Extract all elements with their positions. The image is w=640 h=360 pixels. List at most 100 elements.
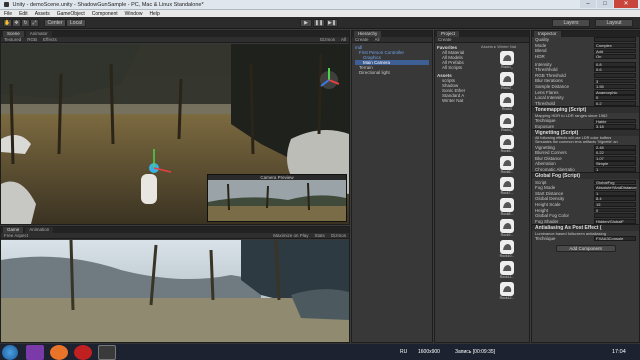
fog-value[interactable]: 0 bbox=[594, 207, 636, 213]
fog-value[interactable] bbox=[594, 213, 636, 219]
vignetting-header[interactable]: Vignetting (Script) bbox=[532, 129, 639, 137]
tab-inspector[interactable]: Inspector bbox=[534, 31, 561, 37]
pivot-toggle[interactable]: Center bbox=[44, 19, 66, 27]
layout-dropdown[interactable]: Layout bbox=[595, 19, 633, 27]
scene-search[interactable]: All bbox=[341, 37, 346, 42]
visual-studio-icon[interactable] bbox=[26, 345, 44, 360]
language-indicator[interactable]: RU bbox=[400, 349, 407, 355]
hierarchy-panel: Hierarchy Create All mdl First Person Co… bbox=[351, 30, 433, 343]
vignetting-value[interactable]: Simple bbox=[594, 161, 636, 167]
vignetting-value[interactable]: 0.22 bbox=[594, 150, 636, 156]
unity-taskbar-icon[interactable] bbox=[98, 345, 116, 360]
menu-window[interactable]: Window bbox=[125, 11, 143, 17]
project-breadcrumb[interactable]: Assets ▸ Winter Nat bbox=[481, 44, 529, 49]
aa-header[interactable]: Antialiasing As Post Effect ( bbox=[532, 224, 639, 232]
minimize-button[interactable]: – bbox=[580, 0, 596, 8]
maximize-on-play-toggle[interactable]: Maximize on Play bbox=[273, 233, 308, 238]
fog-value[interactable]: AbsoluteYAndDistance bbox=[594, 185, 637, 191]
bloom-value[interactable]: 0.8 bbox=[594, 61, 636, 67]
hierarchy-create-button[interactable]: Create bbox=[355, 37, 369, 42]
menu-help[interactable]: Help bbox=[149, 11, 159, 17]
tonemapping-exposure-value[interactable]: 3.18 bbox=[594, 124, 636, 129]
aspect-dropdown[interactable]: Free Aspect bbox=[4, 233, 28, 238]
menu-assets[interactable]: Assets bbox=[35, 11, 50, 17]
fog-value[interactable]: 15 bbox=[594, 202, 636, 207]
hierarchy-search[interactable]: All bbox=[375, 37, 380, 42]
asset-thumbnail[interactable]: Rock9... bbox=[500, 219, 514, 237]
tonemapping-technique-value[interactable]: Hable bbox=[594, 118, 636, 124]
tonemapping-header[interactable]: Tonemapping (Script) bbox=[532, 106, 639, 114]
asset-thumbnail[interactable]: Rock10... bbox=[500, 240, 514, 258]
scale-tool-button[interactable]: ⤢ bbox=[30, 19, 39, 27]
bloom-value[interactable]: 3 bbox=[594, 78, 636, 84]
rock-model-icon bbox=[500, 93, 514, 107]
fog-value[interactable]: 1 bbox=[594, 190, 636, 196]
pause-button[interactable]: ❚❚ bbox=[313, 19, 325, 27]
asset-thumbnail[interactable]: Rock7... bbox=[500, 177, 514, 195]
layers-dropdown[interactable]: Layers bbox=[552, 19, 590, 27]
quality-value[interactable] bbox=[594, 37, 636, 43]
play-button[interactable]: ▶ bbox=[300, 19, 312, 27]
close-button[interactable]: ✕ bbox=[614, 0, 638, 8]
render-mode-dropdown[interactable]: RGB bbox=[27, 37, 37, 42]
hierarchy-item-light[interactable]: Directional light bbox=[355, 70, 429, 75]
vignetting-value[interactable]: 1 bbox=[594, 167, 636, 172]
menu-edit[interactable]: Edit bbox=[19, 11, 28, 17]
game-gizmos-toggle[interactable]: Gizmos bbox=[331, 233, 346, 238]
fav-item[interactable]: All Scripts bbox=[437, 65, 481, 70]
bloom-value[interactable]: 1.55 bbox=[594, 84, 636, 89]
bloom-value[interactable] bbox=[594, 72, 636, 78]
space-toggle[interactable]: Local bbox=[66, 19, 86, 27]
aa-technique-label: Technique bbox=[535, 236, 556, 242]
bloom-value[interactable]: 0.6 bbox=[594, 67, 636, 73]
aa-technique-value[interactable]: FXAA3Console bbox=[594, 236, 636, 242]
rotate-tool-button[interactable]: ↻ bbox=[21, 19, 30, 27]
quality-value[interactable]: Complex bbox=[594, 42, 636, 48]
project-create-button[interactable]: Create bbox=[438, 37, 452, 42]
game-viewport[interactable] bbox=[1, 240, 349, 342]
quality-value[interactable]: On bbox=[594, 54, 636, 59]
vignetting-value[interactable]: 1.07 bbox=[594, 155, 636, 161]
asset-thumbnail[interactable]: Rock12... bbox=[500, 282, 514, 300]
record-app-icon[interactable] bbox=[74, 345, 92, 360]
bloom-value[interactable]: Anamorphic bbox=[594, 89, 636, 95]
asset-thumbnail[interactable]: Rock5... bbox=[500, 135, 514, 153]
asset-thumbnail[interactable]: Rock2_ bbox=[500, 72, 514, 90]
vignetting-value[interactable]: 2.45 bbox=[594, 144, 636, 150]
asset-thumbnail-label: Rock11... bbox=[499, 275, 515, 279]
hand-tool-button[interactable]: ✋ bbox=[3, 19, 12, 27]
stats-toggle[interactable]: Stats bbox=[314, 233, 324, 238]
fog-header[interactable]: Global Fog (Script) bbox=[532, 172, 639, 180]
quality-label: HDR bbox=[535, 54, 545, 60]
recording-indicator: Запись [00:09:35] bbox=[455, 349, 496, 355]
hierarchy-list: mdl First Person Controller Graphics Mai… bbox=[352, 43, 432, 77]
move-tool-button[interactable]: ✥ bbox=[12, 19, 21, 27]
add-component-button[interactable]: Add Component bbox=[555, 244, 616, 252]
asset-thumbnail[interactable]: Rock1_ bbox=[500, 51, 514, 69]
maximize-button[interactable]: □ bbox=[597, 0, 613, 8]
shading-dropdown[interactable]: Textured bbox=[4, 37, 21, 42]
fog-value[interactable]: 8.4 bbox=[594, 196, 636, 202]
asset-folder[interactable]: Winter Nat bbox=[437, 98, 481, 103]
effects-dropdown[interactable]: Effects bbox=[43, 37, 57, 42]
asset-thumbnail[interactable]: Rock8... bbox=[500, 198, 514, 216]
bloom-value[interactable]: 0.2 bbox=[594, 100, 636, 106]
tab-animation[interactable]: Animation bbox=[25, 227, 54, 233]
inspector-panel: Inspector Quality Mode Complex Blend Add HDR O… bbox=[531, 30, 640, 343]
quality-value[interactable]: Add bbox=[594, 48, 636, 54]
menu-component[interactable]: Component bbox=[92, 11, 118, 17]
gizmos-dropdown[interactable]: Gizmos bbox=[320, 37, 335, 42]
bloom-value[interactable]: 0 bbox=[594, 95, 636, 101]
fog-value[interactable]: Hidden/GlobalF bbox=[594, 218, 636, 224]
menu-gameobject[interactable]: GameObject bbox=[57, 11, 85, 17]
menu-file[interactable]: File bbox=[4, 11, 12, 17]
firefox-icon[interactable] bbox=[50, 345, 68, 360]
fog-label: Height Scale bbox=[535, 201, 561, 207]
fog-value[interactable]: GlobalFog bbox=[594, 179, 636, 185]
asset-thumbnail[interactable]: Rock3 bbox=[500, 93, 514, 111]
start-button-icon[interactable] bbox=[2, 345, 18, 360]
asset-thumbnail[interactable]: Rock11... bbox=[499, 261, 515, 279]
step-button[interactable]: ▶❚ bbox=[326, 19, 338, 27]
asset-thumbnail[interactable]: Rock4_ bbox=[500, 114, 514, 132]
asset-thumbnail[interactable]: Rock6... bbox=[500, 156, 514, 174]
